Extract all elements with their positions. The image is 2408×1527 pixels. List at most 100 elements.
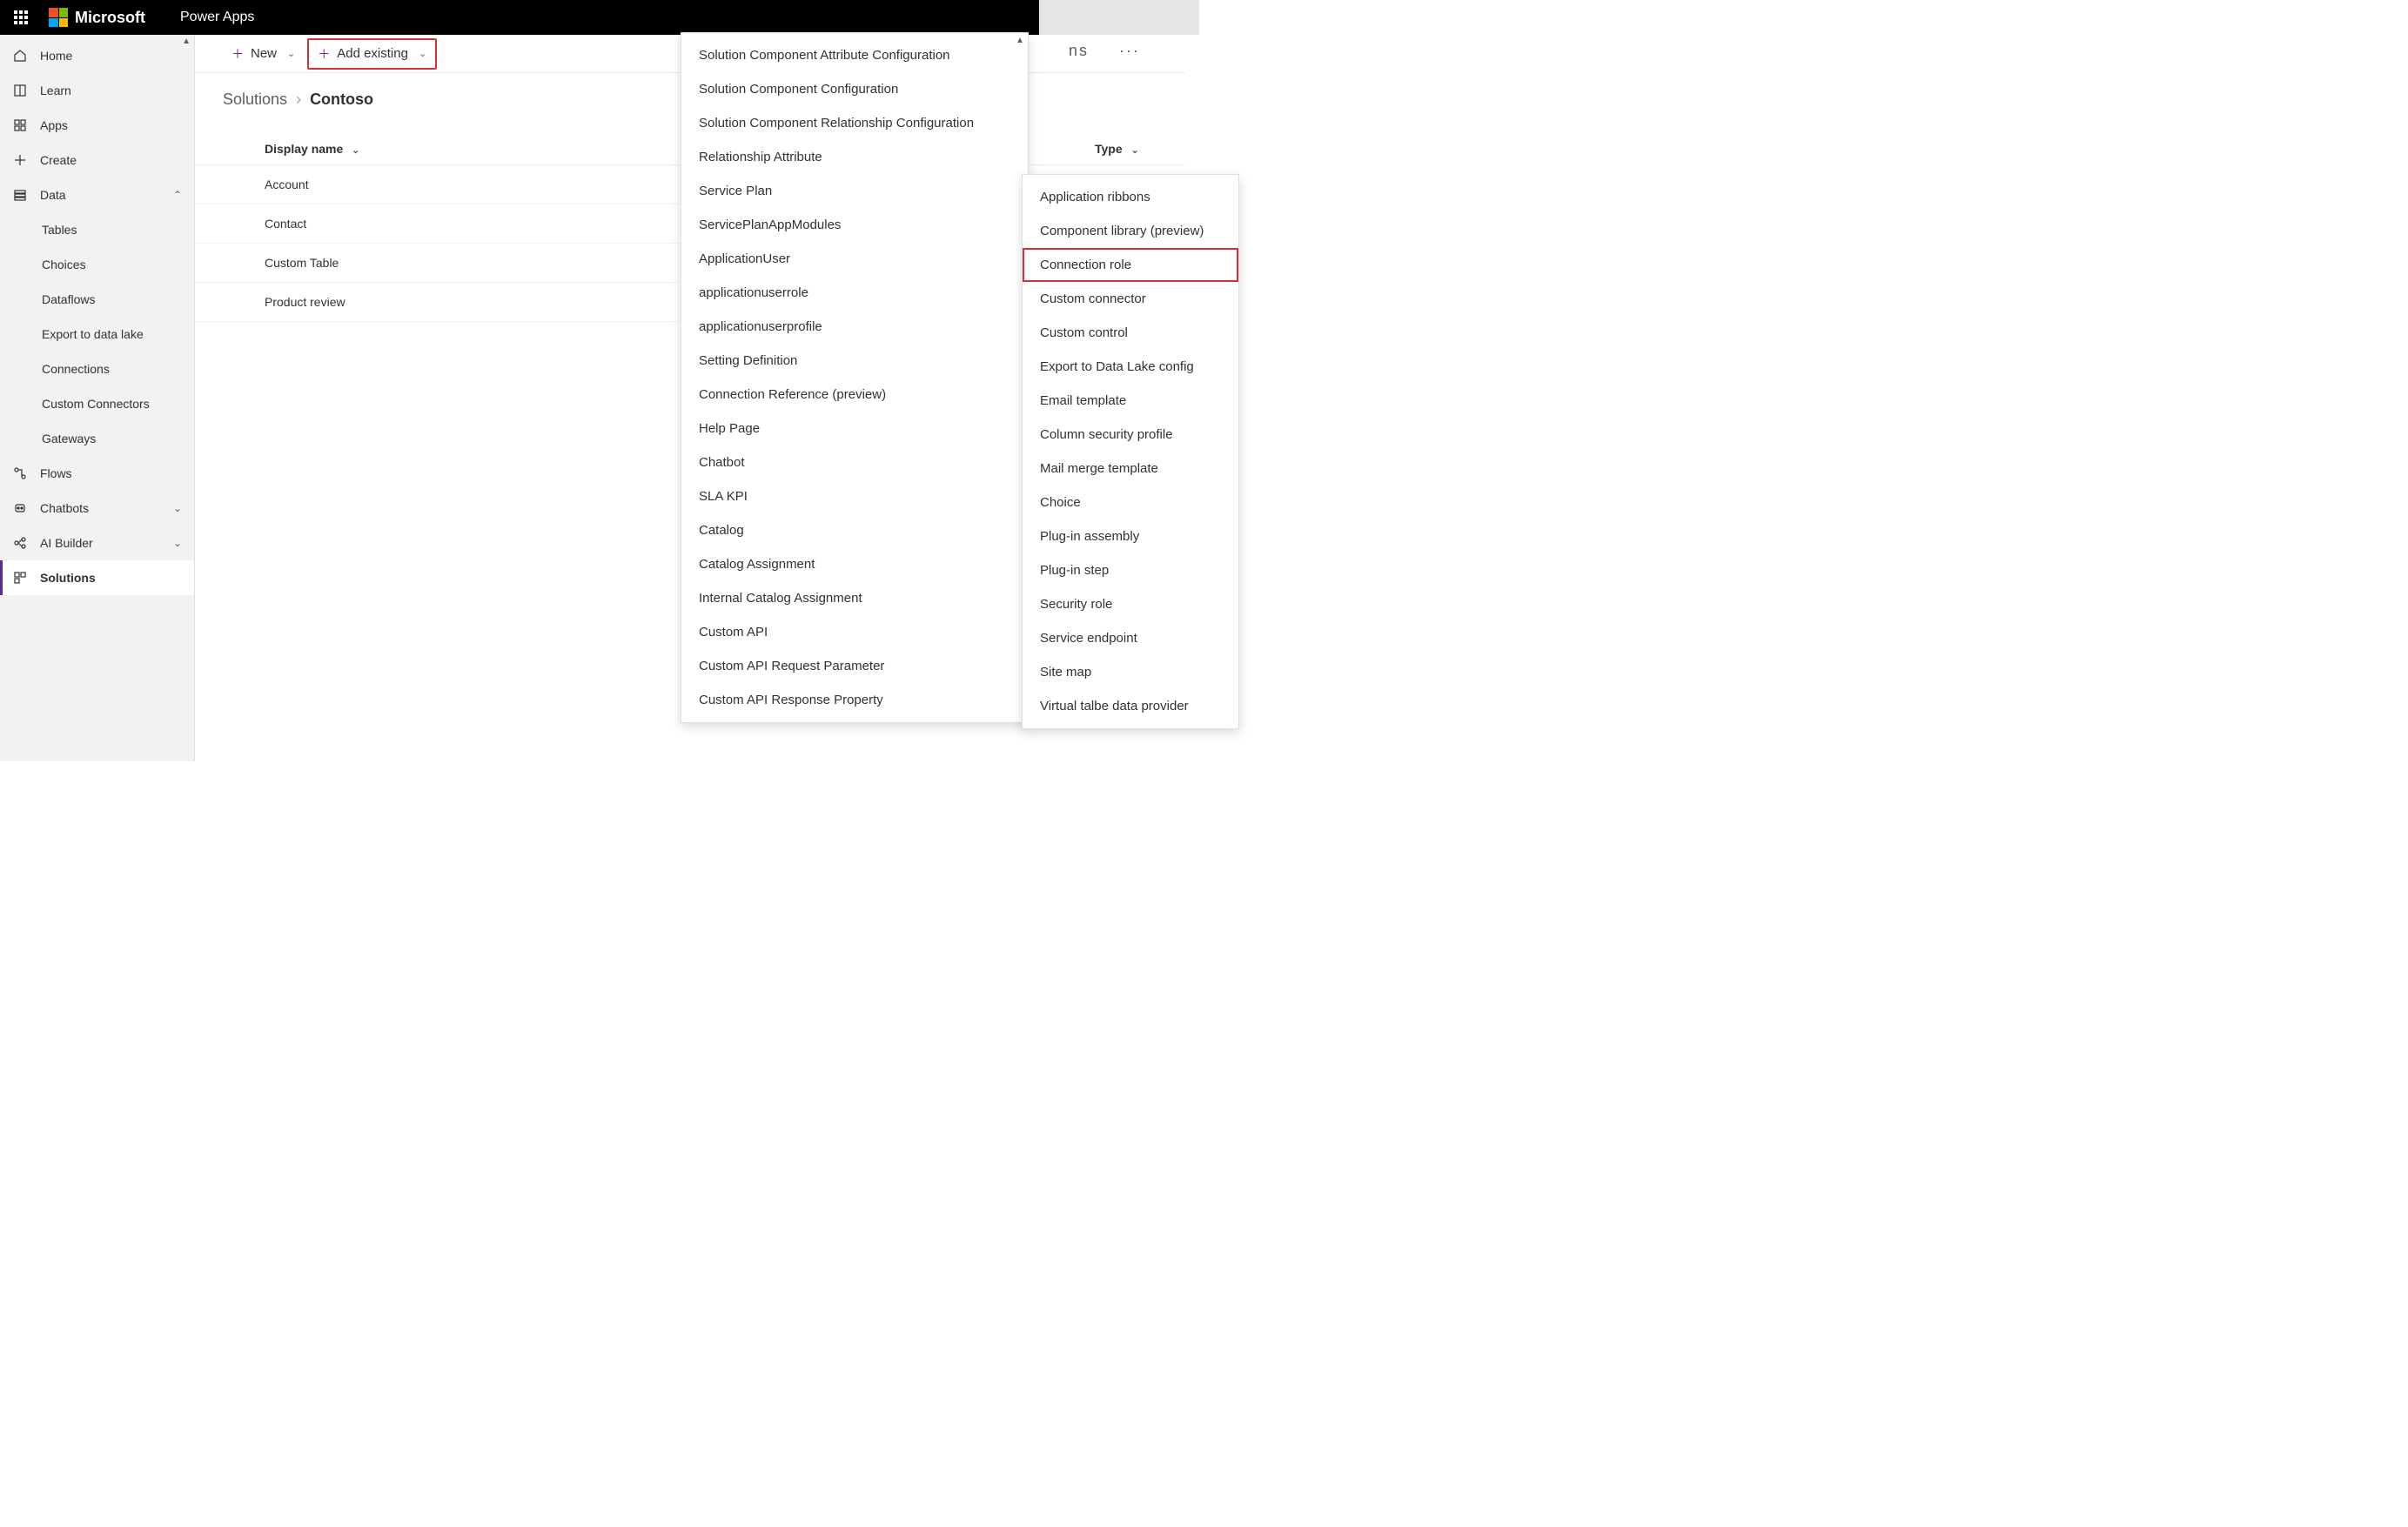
add-existing-button[interactable]: ＋ Add existing ⌄	[307, 38, 437, 70]
brand-text: Microsoft	[75, 9, 145, 27]
sidebar: ▲ Home Learn Apps Create	[0, 35, 195, 761]
menu-item[interactable]: Setting Definition	[681, 344, 1028, 378]
microsoft-flag-icon	[49, 8, 68, 27]
menu-item[interactable]: Mail merge template	[1023, 452, 1238, 486]
sidebar-item-label: Apps	[40, 118, 68, 132]
sidebar-item-label: Flows	[40, 466, 72, 480]
app-launcher-icon[interactable]	[7, 3, 35, 31]
add-existing-label: Add existing	[337, 46, 408, 61]
menu-item[interactable]: Plug-in assembly	[1023, 519, 1238, 553]
chevron-down-icon: ⌄	[419, 48, 426, 59]
sidebar-item-gateways[interactable]: Gateways	[0, 421, 194, 456]
sidebar-item-connections[interactable]: Connections	[0, 352, 194, 386]
menu-item[interactable]: Custom control	[1023, 316, 1238, 350]
menu-item[interactable]: SLA KPI	[681, 479, 1028, 513]
breadcrumb-root[interactable]: Solutions	[223, 90, 287, 109]
sidebar-item-home[interactable]: Home	[0, 38, 194, 73]
plus-icon: ＋	[231, 45, 244, 63]
app-title: Power Apps	[180, 10, 254, 25]
menu-item[interactable]: Column security profile	[1023, 418, 1238, 452]
sidebar-item-label: Dataflows	[42, 292, 95, 306]
scroll-up-icon[interactable]: ▲	[182, 37, 191, 46]
sidebar-item-label: Create	[40, 153, 77, 167]
obscured-box	[1039, 0, 1199, 35]
flow-icon	[12, 465, 28, 481]
sidebar-item-label: Learn	[40, 84, 71, 97]
chatbot-icon	[12, 500, 28, 516]
sidebar-item-label: Export to data lake	[42, 327, 144, 341]
top-bar: Microsoft Power Apps	[0, 0, 1185, 35]
menu-item[interactable]: Custom API	[681, 615, 1028, 649]
more-icon[interactable]: ···	[1119, 42, 1140, 59]
menu-item[interactable]: Plug-in step	[1023, 553, 1238, 587]
chevron-right-icon: ›	[296, 90, 301, 109]
sidebar-item-label: Gateways	[42, 432, 96, 445]
chevron-down-icon: ⌄	[287, 48, 295, 59]
grid-icon	[12, 117, 28, 133]
menu-item[interactable]: Solution Component Configuration	[681, 72, 1028, 106]
book-icon	[12, 83, 28, 98]
menu-item[interactable]: Internal Catalog Assignment	[681, 581, 1028, 615]
chevron-down-icon: ⌄	[173, 537, 182, 549]
menu-item[interactable]: Choice	[1023, 486, 1238, 519]
sidebar-item-dataflows[interactable]: Dataflows	[0, 282, 194, 317]
plus-icon: ＋	[318, 45, 330, 63]
menu-item[interactable]: Catalog Assignment	[681, 547, 1028, 581]
menu-item[interactable]: Service endpoint	[1023, 621, 1238, 655]
sidebar-item-flows[interactable]: Flows	[0, 456, 194, 491]
menu-item[interactable]: Custom API Request Parameter	[681, 649, 1028, 683]
command-bar-overflow: ns ···	[1069, 42, 1140, 60]
menu-item[interactable]: ServicePlanAppModules	[681, 208, 1028, 242]
data-icon	[12, 187, 28, 203]
sidebar-item-data[interactable]: Data ⌃	[0, 177, 194, 212]
menu-item[interactable]: Site map	[1023, 655, 1238, 689]
sidebar-item-custom-connectors[interactable]: Custom Connectors	[0, 386, 194, 421]
menu-item[interactable]: Connection role	[1023, 248, 1238, 282]
sidebar-item-label: Chatbots	[40, 501, 89, 515]
sidebar-item-label: Solutions	[40, 571, 96, 585]
sidebar-item-learn[interactable]: Learn	[0, 73, 194, 108]
home-icon	[12, 48, 28, 64]
chevron-up-icon: ⌃	[173, 189, 182, 201]
sidebar-item-apps[interactable]: Apps	[0, 108, 194, 143]
menu-item[interactable]: applicationuserprofile	[681, 310, 1028, 344]
plus-icon	[12, 152, 28, 168]
menu-item[interactable]: Help Page	[681, 412, 1028, 445]
sidebar-item-label: AI Builder	[40, 536, 93, 550]
menu-item[interactable]: Catalog	[681, 513, 1028, 547]
scroll-up-icon[interactable]: ▲	[1016, 36, 1024, 44]
menu-item[interactable]: Security role	[1023, 587, 1238, 621]
menu-item[interactable]: Custom connector	[1023, 282, 1238, 316]
add-existing-menu: ▲ Solution Component Attribute Configura…	[681, 32, 1029, 723]
sidebar-item-ai-builder[interactable]: AI Builder ⌄	[0, 526, 194, 560]
new-button[interactable]: ＋ New ⌄	[223, 40, 304, 68]
menu-item[interactable]: Relationship Attribute	[681, 140, 1028, 174]
menu-item[interactable]: Email template	[1023, 384, 1238, 418]
sidebar-item-chatbots[interactable]: Chatbots ⌄	[0, 491, 194, 526]
menu-item[interactable]: Service Plan	[681, 174, 1028, 208]
menu-item[interactable]: Export to Data Lake config	[1023, 350, 1238, 384]
breadcrumb-current: Contoso	[310, 90, 373, 109]
sidebar-item-label: Custom Connectors	[42, 397, 150, 411]
sidebar-item-label: Tables	[42, 223, 77, 237]
sidebar-item-label: Home	[40, 49, 72, 63]
menu-item[interactable]: ApplicationUser	[681, 242, 1028, 276]
sidebar-item-tables[interactable]: Tables	[0, 212, 194, 247]
menu-item[interactable]: Solution Component Relationship Configur…	[681, 106, 1028, 140]
menu-item[interactable]: Custom API Response Property	[681, 683, 1028, 717]
microsoft-logo: Microsoft	[49, 8, 145, 27]
solutions-icon	[12, 570, 28, 586]
sidebar-item-create[interactable]: Create	[0, 143, 194, 177]
menu-item[interactable]: Solution Component Attribute Configurati…	[681, 38, 1028, 72]
menu-item[interactable]: Connection Reference (preview)	[681, 378, 1028, 412]
column-header-type[interactable]: Type ⌄	[1081, 133, 1185, 165]
menu-item[interactable]: Virtual talbe data provider	[1023, 689, 1238, 723]
menu-item[interactable]: Chatbot	[681, 445, 1028, 479]
sidebar-item-solutions[interactable]: Solutions	[0, 560, 194, 595]
menu-item[interactable]: Application ribbons	[1023, 180, 1238, 214]
menu-item[interactable]: Component library (preview)	[1023, 214, 1238, 248]
menu-item[interactable]: applicationuserrole	[681, 276, 1028, 310]
sidebar-item-choices[interactable]: Choices	[0, 247, 194, 282]
sidebar-item-export-data-lake[interactable]: Export to data lake	[0, 317, 194, 352]
truncated-text: ns	[1069, 42, 1089, 59]
